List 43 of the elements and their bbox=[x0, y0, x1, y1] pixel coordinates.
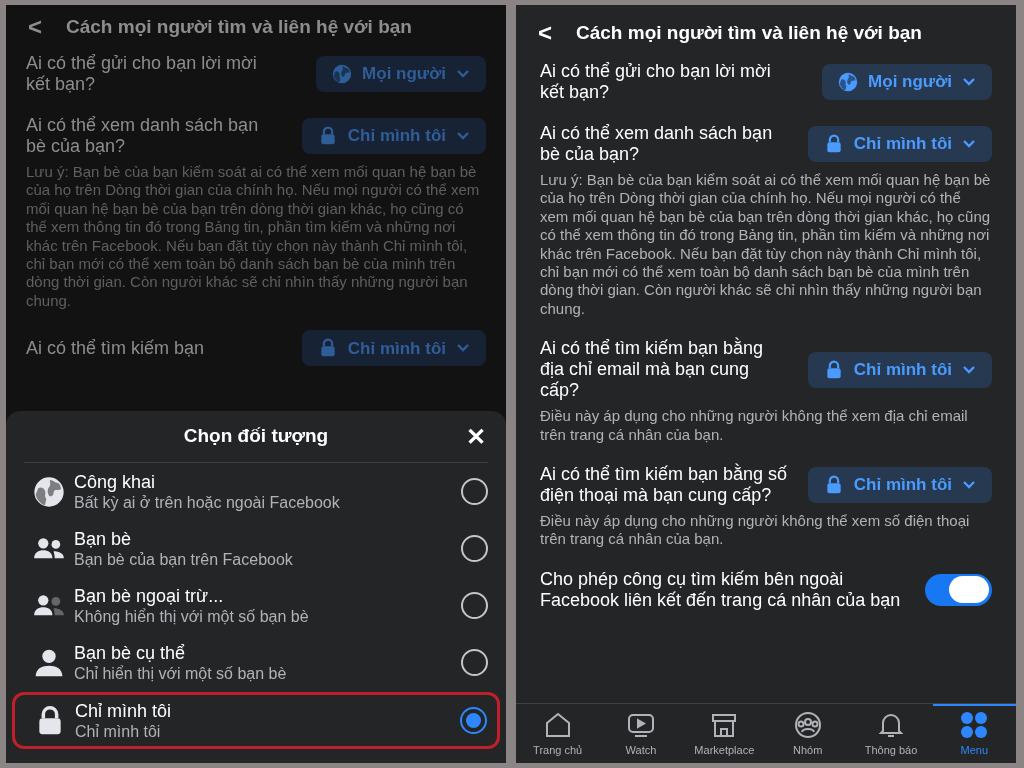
option-title: Bạn bè cụ thể bbox=[74, 641, 187, 664]
setting-question: Ai có thể gửi cho bạn lời mời kết bạn? bbox=[540, 61, 772, 103]
audience-option[interactable]: Bạn bè cụ thể Chỉ hiển thị với một số bạn bè bbox=[20, 634, 492, 691]
nav-tab[interactable]: Trang chủ bbox=[516, 704, 600, 763]
nav-tab[interactable]: Thông báo bbox=[849, 704, 933, 763]
nav-tab[interactable]: Menu bbox=[932, 704, 1016, 763]
audience-option[interactable]: Bạn bè ngoại trừ... Không hiển thị với một số bạn bè bbox=[20, 577, 492, 634]
setting-question: Ai có thể xem danh sách bạn bè của bạn? bbox=[540, 123, 774, 165]
setting-note: Điều này áp dụng cho những người không thể xem địa chỉ email trên trang cá nhân của bạn. bbox=[540, 407, 969, 445]
option-subtitle: Chỉ mình tôi bbox=[75, 721, 162, 742]
audience-dropdown[interactable]: Chỉ mình tôi bbox=[807, 351, 992, 388]
page-title: Cách mọi người tìm và liên hệ với bạn bbox=[576, 20, 922, 45]
audience-option[interactable]: Chỉ mình tôi Chỉ mình tôi bbox=[12, 692, 500, 749]
option-title: Bạn bè bbox=[74, 527, 133, 550]
setting-question: Ai có thể gửi cho bạn lời mời kết bạn? bbox=[26, 53, 258, 95]
option-title: Bạn bè ngoại trừ... bbox=[74, 584, 225, 607]
back-button[interactable]: < bbox=[538, 15, 552, 51]
setting-question: Ai có thể tìm kiếm bạn bằng địa chỉ email mà bạn cung cấp? bbox=[540, 338, 765, 402]
setting-question: Ai có thể tìm kiếm bạn bbox=[26, 337, 206, 359]
option-title: Chỉ mình tôi bbox=[75, 699, 173, 722]
option-subtitle: Không hiển thị với một số bạn bè bbox=[74, 606, 310, 627]
audience-dropdown[interactable]: Mọi người bbox=[822, 64, 992, 100]
setting-note: Điều này áp dụng cho những người không thể xem số điện thoại trên trang cá nhân của bạn. bbox=[540, 512, 971, 549]
setting-note: Lưu ý: Bạn bè của bạn kiểm soát ai có thể xem mối quan hệ bạn bè của họ trên Dòng thời gian của chính họ. Nếu mọi người có thể xem mối quan hệ bạn bè của bạn trên dòng thời gian khác, họ cũng có thể xem thông tin đó trong Bảng tin, phần tìm kiếm và những nơi khác trên Facebook. Nếu bạn đặt tùy chọn này thành Chỉ mình tôi, chỉ bạn mới có thể xem toàn bộ danh sách bạn bè của mình trên dòng thời gian. Còn người khác sẽ chỉ nhìn thấy những người bạn chung. bbox=[540, 171, 992, 319]
page-title: Cách mọi người tìm và liên hệ với bạn bbox=[66, 14, 412, 39]
nav-tab[interactable]: Watch bbox=[599, 704, 683, 763]
setting-note: Lưu ý: Bạn bè của bạn kiểm soát ai có thể xem mối quan hệ bạn bè của họ trên Dòng thời gian của chính họ. Nếu mọi người có thể xem mối quan hệ bạn bè của bạn trên dòng thời gian khác, họ cũng có thể xem thông tin đó trong Bảng tin, phần tìm kiếm và những nơi khác trên Facebook. Nếu bạn đặt tùy chọn này thành Chỉ mình tôi, chỉ bạn mới có thể xem toàn bộ danh sách bạn bè của mình trên dòng thời gian. Còn người khác sẽ chỉ nhìn thấy những người bạn chung. bbox=[26, 163, 481, 311]
option-subtitle: Chỉ hiển thị với một số bạn bè bbox=[74, 663, 288, 684]
option-subtitle: Bất kỳ ai ở trên hoặc ngoài Facebook bbox=[74, 492, 341, 513]
nav-tab[interactable]: Nhóm bbox=[766, 704, 850, 763]
audience-option[interactable]: Công khai Bất kỳ ai ở trên hoặc ngoài Facebook bbox=[20, 463, 492, 520]
audience-dropdown[interactable]: Chỉ mình tôi bbox=[807, 126, 992, 162]
back-button[interactable]: < bbox=[28, 9, 42, 45]
setting-question: Ai có thể xem danh sách bạn bè của bạn? bbox=[26, 115, 260, 157]
audience-option[interactable]: Bạn bè Bạn bè của bạn trên Facebook bbox=[20, 520, 492, 577]
nav-tab[interactable]: Marketplace bbox=[682, 704, 766, 763]
sheet-title: Chọn đối tượng bbox=[183, 424, 329, 449]
close-button[interactable]: ✕ bbox=[466, 418, 486, 455]
audience-dropdown[interactable]: Chỉ mình tôi bbox=[807, 467, 992, 504]
setting-question: Ai có thể tìm kiếm bạn bằng số điện thoại mà bạn cung cấp? bbox=[540, 464, 789, 507]
option-title: Công khai bbox=[74, 470, 157, 493]
toggle-label: Cho phép công cụ tìm kiếm bên ngoài Facebook liên kết đến trang cá nhân của bạn bbox=[540, 568, 902, 611]
option-subtitle: Bạn bè của bạn trên Facebook bbox=[74, 549, 294, 570]
